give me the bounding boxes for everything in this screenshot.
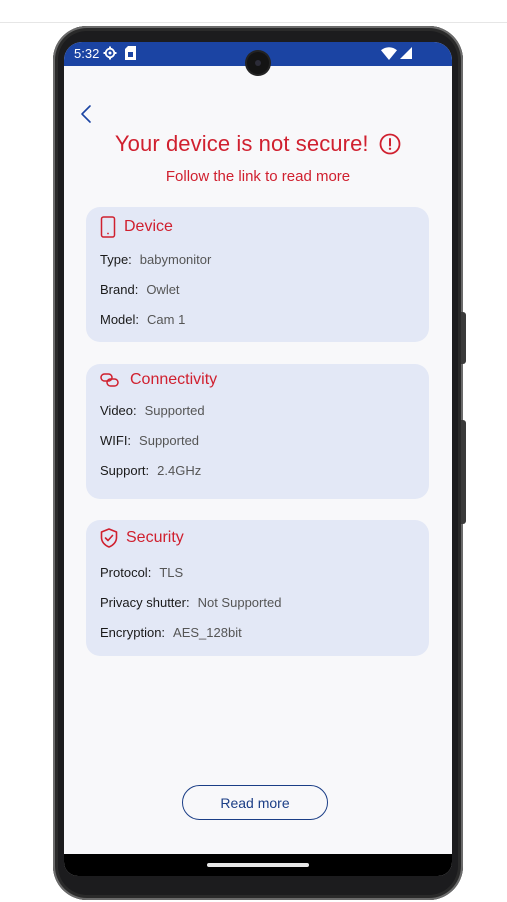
row-value: TLS <box>159 565 184 580</box>
connectivity-card-title: Connectivity <box>130 371 218 388</box>
row-value: Supported <box>144 403 205 418</box>
security-row-encryption: Encryption: AES_128bit <box>100 625 242 640</box>
row-label: Video: <box>100 403 137 418</box>
security-card: Security Protocol: TLS Privacy shutter: No… <box>86 520 429 656</box>
gear-icon <box>103 46 117 60</box>
connectivity-card: Connectivity Video: Supported WIFI: Suppor… <box>86 364 429 499</box>
front-camera <box>247 52 269 74</box>
chevron-left-icon[interactable] <box>77 103 97 125</box>
connectivity-row-support: Support: 2.4GHz <box>100 463 201 478</box>
device-row-model: Model: Cam 1 <box>100 312 185 327</box>
row-label: Privacy shutter: <box>100 595 190 610</box>
row-value: 2.4GHz <box>157 463 202 478</box>
navigation-bar <box>64 854 452 876</box>
row-value: Cam 1 <box>147 312 186 327</box>
device-row-type: Type: babymonitor <box>100 252 211 267</box>
row-value: babymonitor <box>139 252 212 267</box>
row-label: WIFI: <box>100 433 132 448</box>
read-more-button[interactable]: Read more <box>182 785 328 820</box>
row-label: Brand: <box>100 282 139 297</box>
page-divider <box>0 22 507 23</box>
link-icon <box>100 373 119 387</box>
row-value: Supported <box>139 433 200 448</box>
connectivity-row-wifi: WIFI: Supported <box>100 433 199 448</box>
status-time: 5:32 <box>74 46 100 61</box>
signal-icon <box>400 47 412 59</box>
security-card-title: Security <box>126 529 184 546</box>
home-gesture-handle[interactable] <box>207 863 309 867</box>
row-value: Owlet <box>146 282 180 297</box>
row-value: AES_128bit <box>173 625 242 640</box>
security-card-header: Security <box>100 526 184 550</box>
row-label: Encryption: <box>100 625 166 640</box>
power-button <box>461 420 466 524</box>
row-label: Type: <box>100 252 132 267</box>
alert-circle-icon <box>379 133 401 155</box>
row-label: Model: <box>100 312 140 327</box>
device-row-brand: Brand: Owlet <box>100 282 180 297</box>
volume-button <box>461 312 466 364</box>
row-value: Not Supported <box>197 595 282 610</box>
security-row-privacy-shutter: Privacy shutter: Not Supported <box>100 595 281 610</box>
device-card-title: Device <box>124 218 173 235</box>
phone-icon <box>100 216 116 238</box>
security-row-protocol: Protocol: TLS <box>100 565 183 580</box>
shield-check-icon <box>100 528 118 548</box>
device-card: Device Type: babymonitor Brand: Owlet Mode… <box>86 207 429 342</box>
sim-card-icon <box>125 46 136 60</box>
page-subtitle: Follow the link to read more <box>165 168 351 185</box>
wifi-icon <box>381 47 397 60</box>
device-card-header: Device <box>100 215 173 239</box>
title-row: Your device is not secure! <box>64 131 452 157</box>
row-label: Support: <box>100 463 150 478</box>
connectivity-row-video: Video: Supported <box>100 403 205 418</box>
app-screen: 5:32 Your device is not secure! Follow t… <box>64 42 452 876</box>
connectivity-card-header: Connectivity <box>100 368 217 392</box>
page-title: Your device is not secure! <box>114 131 369 156</box>
row-label: Protocol: <box>100 565 152 580</box>
